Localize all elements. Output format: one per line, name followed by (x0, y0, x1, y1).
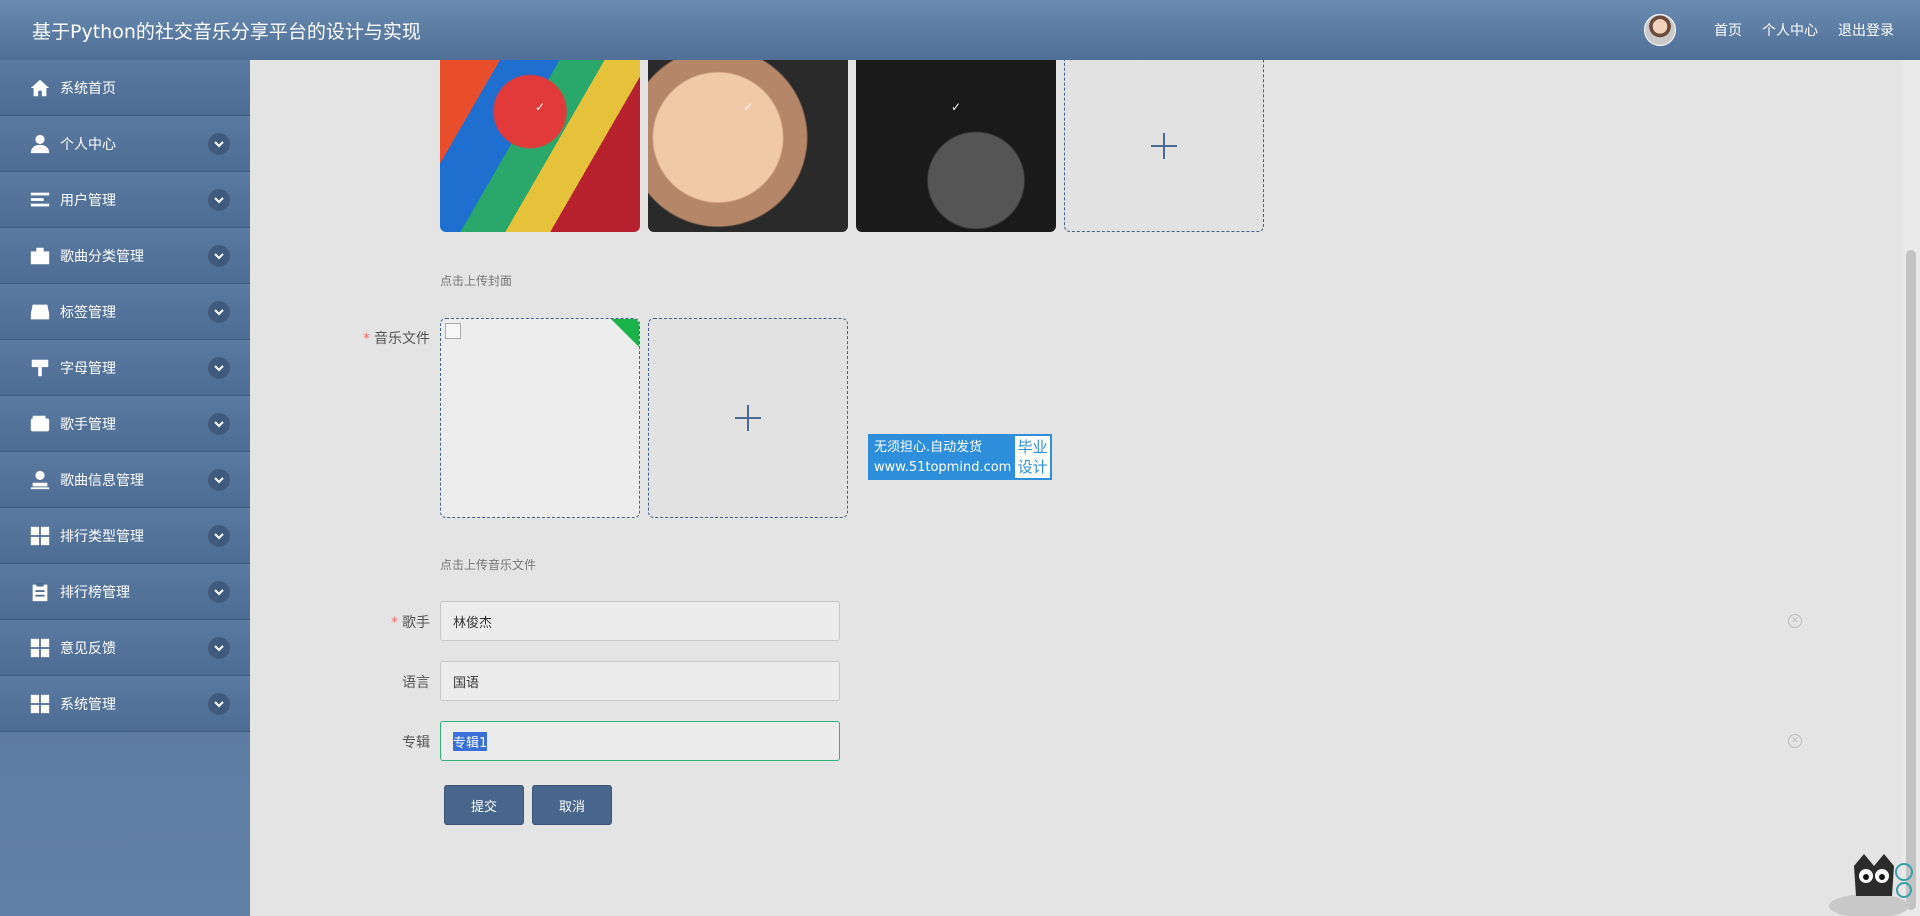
plus-icon (735, 405, 761, 431)
top-header: 基于Python的社交音乐分享平台的设计与实现 首页 个人中心 退出登录 (0, 0, 1920, 60)
sidebar-item-tags[interactable]: 标签管理 (0, 284, 250, 340)
language-input[interactable]: 国语 (440, 661, 840, 701)
music-upload-button[interactable] (648, 318, 848, 518)
cover-thumbnail[interactable]: ✓ (856, 60, 1056, 232)
music-file-thumbnail[interactable] (440, 318, 640, 518)
album-label: 专辑 (402, 735, 430, 751)
sidebar-item-label: 意见反馈 (60, 640, 116, 657)
music-upload-hint: 点击上传音乐文件 (440, 558, 537, 572)
cancel-button[interactable]: 取消 (532, 785, 612, 825)
sidebar-item-feedback[interactable]: 意见反馈 (0, 620, 250, 676)
plus-icon (1151, 132, 1177, 159)
vertical-scrollbar[interactable] (1902, 60, 1920, 916)
sidebar-item-label: 歌曲信息管理 (60, 472, 144, 489)
sidebar-item-label: 字母管理 (60, 360, 116, 377)
watermark-text: 无须担心.自动发货 www.51topmind.com (874, 440, 1012, 475)
chevron-down-icon[interactable] (208, 637, 230, 659)
cover-thumbnail[interactable]: ✓ (440, 60, 640, 232)
music-upload-row (440, 318, 848, 518)
required-mark: * (391, 615, 398, 631)
sidebar-item-label: 歌手管理 (60, 416, 116, 433)
app-title: 基于Python的社交音乐分享平台的设计与实现 (32, 20, 421, 43)
sidebar-item-label: 排行榜管理 (60, 584, 130, 601)
grid-icon (28, 693, 52, 715)
main-form-area: ✓ ✓ ✓ 点击上传封面 * 音乐文件 无须担心.自动发货 www.51topmi… (250, 60, 1902, 916)
home-icon (28, 77, 52, 99)
sidebar-item-profile[interactable]: 个人中心 (0, 116, 250, 172)
chevron-down-icon[interactable] (208, 189, 230, 211)
check-icon: ✓ (950, 100, 962, 114)
chevron-down-icon[interactable] (208, 245, 230, 267)
clear-icon[interactable]: ✕ (1788, 614, 1802, 628)
chevron-down-icon[interactable] (208, 581, 230, 603)
cover-upload-row: ✓ ✓ ✓ (440, 60, 1264, 232)
sidebar-item-singers[interactable]: 歌手管理 (0, 396, 250, 452)
avatar[interactable] (1644, 14, 1676, 46)
sidebar-item-letters[interactable]: 字母管理 (0, 340, 250, 396)
sidebar-item-song-info[interactable]: 歌曲信息管理 (0, 452, 250, 508)
sidebar-item-users[interactable]: 用户管理 (0, 172, 250, 228)
language-label: 语言 (402, 675, 430, 691)
nav-profile-link[interactable]: 个人中心 (1762, 20, 1818, 40)
sidebar-item-label: 系统管理 (60, 696, 116, 713)
cover-upload-button[interactable] (1064, 60, 1264, 232)
brush-icon (28, 357, 52, 379)
header-nav: 首页 个人中心 退出登录 (1644, 14, 1920, 46)
chevron-down-icon[interactable] (208, 525, 230, 547)
sidebar-item-label: 个人中心 (60, 136, 116, 153)
required-mark: * (363, 331, 370, 347)
sidebar-item-song-category[interactable]: 歌曲分类管理 (0, 228, 250, 284)
person-icon (28, 133, 52, 155)
sidebar-item-label: 歌曲分类管理 (60, 248, 144, 265)
sidebar: 系统首页 个人中心 用户管理 歌曲分类管理 标签管理 字母管理 歌手管理 歌曲信… (0, 60, 250, 916)
sidebar-item-rank-type[interactable]: 排行类型管理 (0, 508, 250, 564)
sidebar-item-rankings[interactable]: 排行榜管理 (0, 564, 250, 620)
chevron-down-icon[interactable] (208, 413, 230, 435)
singer-label: * 歌手 (391, 615, 430, 631)
album-input-value: 专辑1 (453, 731, 488, 751)
stamp-icon (28, 469, 52, 491)
watermark-badge-text: 毕业 设计 (1015, 436, 1050, 478)
sidebar-item-label: 系统首页 (60, 80, 116, 97)
cover-thumbnail[interactable]: ✓ (648, 60, 848, 232)
check-icon: ✓ (534, 100, 546, 114)
sidebar-item-system[interactable]: 系统管理 (0, 676, 250, 732)
broken-image-icon (445, 323, 461, 339)
sidebar-item-label: 用户管理 (60, 192, 116, 209)
inbox-icon (28, 301, 52, 323)
chevron-down-icon[interactable] (208, 301, 230, 323)
singer-input[interactable]: 林俊杰 (440, 601, 840, 641)
grid-icon (28, 637, 52, 659)
chevron-down-icon[interactable] (208, 357, 230, 379)
submit-button[interactable]: 提交 (444, 785, 524, 825)
nav-logout-link[interactable]: 退出登录 (1838, 20, 1894, 40)
watermark-badge: 无须担心.自动发货 www.51topmind.com 毕业 设计 (868, 434, 1052, 480)
chevron-down-icon[interactable] (208, 469, 230, 491)
sidebar-item-home[interactable]: 系统首页 (0, 60, 250, 116)
clipboard-icon (28, 581, 52, 603)
cover-upload-hint: 点击上传封面 (440, 274, 513, 288)
briefcase-icon (28, 245, 52, 267)
sidebar-item-label: 标签管理 (60, 304, 116, 321)
music-file-label: * 音乐文件 (363, 331, 430, 347)
grid-icon (28, 525, 52, 547)
list-icon (28, 189, 52, 211)
nav-home-link[interactable]: 首页 (1714, 20, 1742, 40)
check-icon: ✓ (742, 100, 754, 114)
clear-icon[interactable]: ✕ (1788, 734, 1802, 748)
chevron-down-icon[interactable] (208, 693, 230, 715)
chevron-down-icon[interactable] (208, 133, 230, 155)
scrollbar-thumb[interactable] (1906, 250, 1916, 910)
album-input[interactable]: 专辑1 (440, 721, 840, 761)
mascot-icon[interactable] (1824, 846, 1914, 916)
wallet-icon (28, 413, 52, 435)
sidebar-item-label: 排行类型管理 (60, 528, 144, 545)
success-corner-badge (611, 319, 639, 347)
